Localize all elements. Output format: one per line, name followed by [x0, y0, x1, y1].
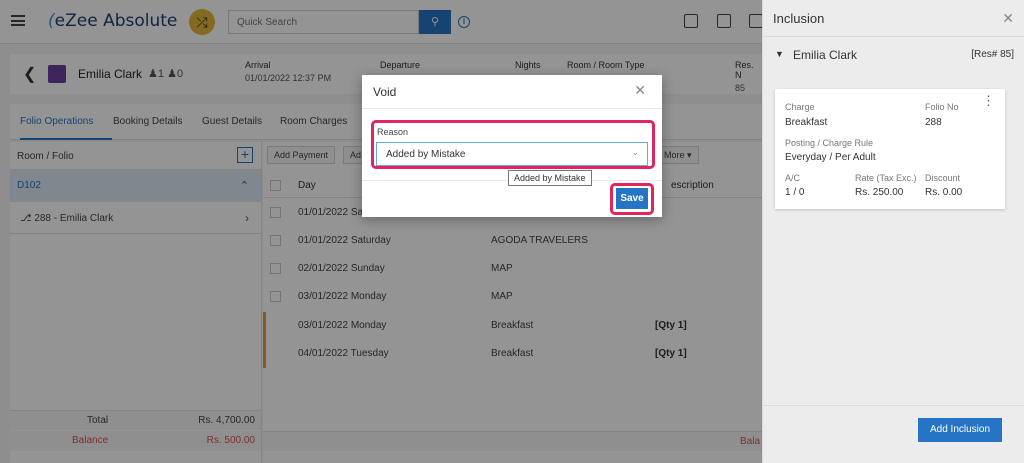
add-inclusion-button[interactable]: Add Inclusion [918, 418, 1002, 442]
close-icon[interactable]: ✕ [634, 82, 646, 99]
inclusion-panel: Inclusion ✕ ▼ Emilia Clark [Res# 85] ⋮ C… [762, 0, 1024, 463]
divider [362, 108, 662, 109]
inclusion-footer: Add Inclusion [763, 405, 1024, 463]
reason-select[interactable]: Added by Mistake ⌄ [376, 142, 648, 166]
caret-down-icon[interactable]: ▼ [775, 49, 784, 59]
more-vertical-icon[interactable]: ⋮ [982, 94, 995, 107]
reason-tooltip: Added by Mistake [508, 170, 592, 186]
close-icon[interactable]: ✕ [1002, 10, 1014, 27]
inclusion-card: ⋮ Charge Breakfast Folio No 288 Posting … [775, 89, 1005, 209]
inclusion-guest-header[interactable]: ▼ Emilia Clark [Res# 85] [763, 36, 1024, 74]
reason-label: Reason [377, 127, 409, 137]
void-dialog: Void ✕ Reason Added by Mistake ⌄ Added b… [362, 75, 662, 217]
save-button[interactable]: Save [616, 188, 648, 209]
inclusion-title: Inclusion [773, 11, 825, 26]
dialog-title: Void [373, 85, 397, 99]
chevron-down-icon[interactable]: ⌄ [631, 147, 639, 158]
